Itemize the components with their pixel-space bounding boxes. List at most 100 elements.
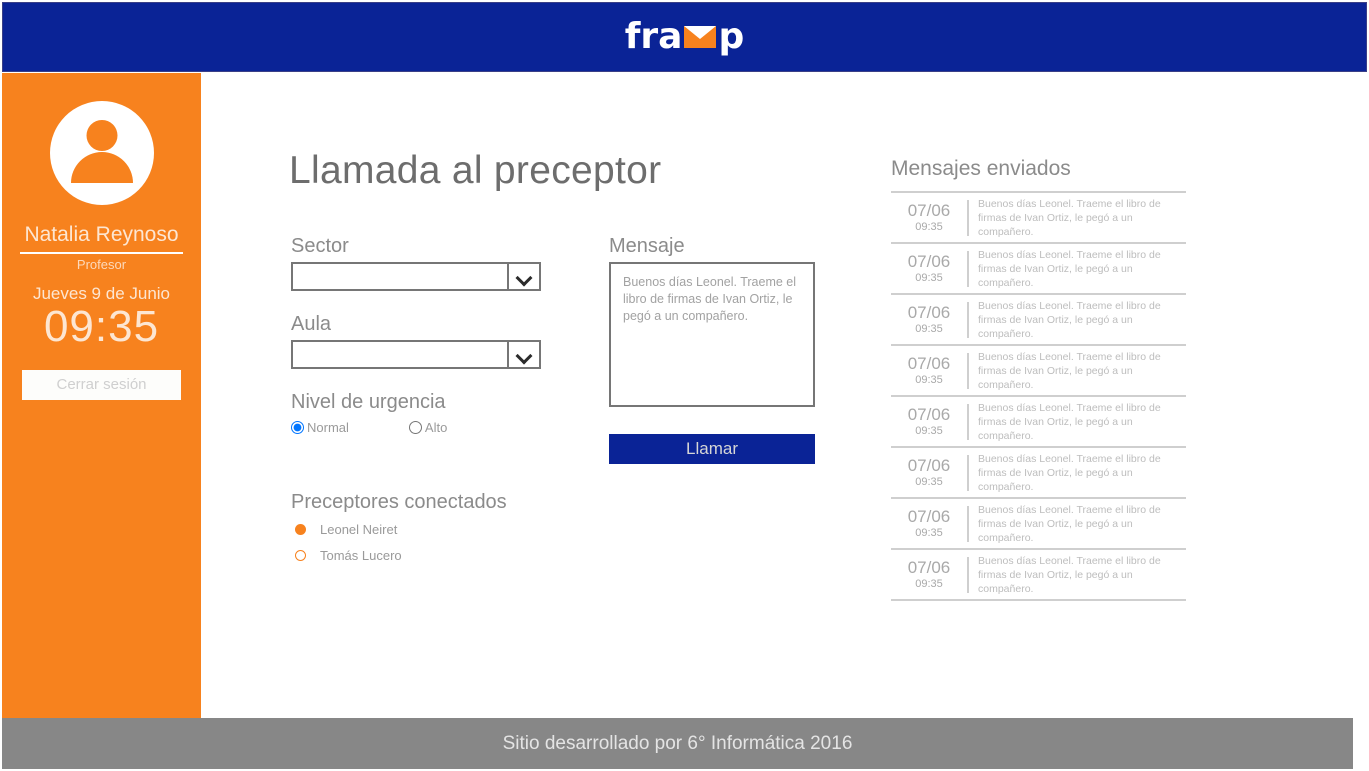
avatar-head (86, 120, 117, 151)
sent-message-time: 09:35 (915, 526, 943, 539)
sent-message-timestamp: 07/06 09:35 (891, 354, 967, 388)
sent-message-row[interactable]: 07/06 09:35 Buenos días Leonel. Traeme el … (891, 550, 1186, 601)
sent-messages-panel: Mensajes enviados 07/06 09:35 Buenos días … (891, 157, 1186, 601)
sent-message-date: 07/06 (907, 455, 951, 475)
urgency-radio-normal-label[interactable]: Normal (307, 420, 349, 435)
sent-message-row[interactable]: 07/06 09:35 Buenos días Leonel. Traeme el … (891, 244, 1186, 295)
sector-select-value[interactable] (291, 262, 507, 291)
sent-message-timestamp: 07/06 09:35 (891, 558, 967, 592)
urgency-option-normal[interactable]: Normal (291, 420, 349, 435)
sent-message-text: Buenos días Leonel. Traeme el libro de f… (978, 197, 1161, 238)
sent-message-date: 07/06 (907, 557, 951, 577)
sent-message-text: Buenos días Leonel. Traeme el libro de f… (978, 503, 1161, 544)
sent-message-text: Buenos días Leonel. Traeme el libro de f… (978, 452, 1161, 493)
message-panel: Mensaje Llamar (609, 235, 824, 464)
sent-message-separator (967, 352, 969, 389)
message-label: Mensaje (609, 235, 685, 257)
sent-messages-title: Mensajes enviados (891, 157, 1071, 180)
chevron-down-icon (517, 272, 532, 281)
sent-message-text: Buenos días Leonel. Traeme el libro de f… (978, 401, 1161, 442)
sent-message-date: 07/06 (907, 506, 951, 526)
chevron-down-icon (517, 350, 532, 359)
call-button[interactable]: Llamar (609, 434, 815, 464)
urgency-option-alto[interactable]: Alto (408, 420, 447, 435)
sector-label: Sector (291, 235, 349, 257)
urgency-label: Nivel de urgencia (291, 391, 446, 413)
main-content: Llamada al preceptor Sector Aula Nivel d… (201, 73, 1367, 718)
sent-messages-list: 07/06 09:35 Buenos días Leonel. Traeme el … (891, 191, 1186, 601)
user-role: Profesor (76, 257, 127, 272)
sent-message-date: 07/06 (907, 302, 951, 322)
sent-message-date: 07/06 (907, 353, 951, 373)
status-dot-offline-icon (295, 550, 306, 561)
sent-message-timestamp: 07/06 09:35 (891, 456, 967, 490)
logo-text-prefix: fra (624, 16, 683, 57)
urgency-radio-group: Normal Alto (291, 420, 561, 435)
app-footer: Sitio desarrollado por 6° Informática 20… (2, 718, 1353, 769)
sent-message-time: 09:35 (915, 322, 943, 335)
urgency-radio-alto-label[interactable]: Alto (425, 420, 447, 435)
page-title: Llamada al preceptor (289, 149, 662, 192)
sent-message-timestamp: 07/06 09:35 (891, 405, 967, 439)
aula-select-arrow[interactable] (507, 340, 541, 369)
user-avatar-icon (49, 101, 154, 205)
sent-message-separator (967, 403, 969, 440)
sent-message-text: Buenos días Leonel. Traeme el libro de f… (978, 299, 1161, 340)
urgency-radio-normal[interactable] (291, 421, 304, 434)
logout-button[interactable]: Cerrar sesión (22, 370, 181, 400)
status-dot-online-icon (295, 524, 306, 535)
envelope-icon (684, 26, 717, 48)
logo-text-suffix: p (718, 16, 745, 57)
brand-logo[interactable]: fra p (625, 19, 745, 55)
sent-message-time: 09:35 (915, 577, 943, 590)
sent-message-text: Buenos días Leonel. Traeme el libro de f… (978, 554, 1161, 595)
preceptor-item[interactable]: Tomás Lucero (291, 548, 561, 563)
sent-message-row[interactable]: 07/06 09:35 Buenos días Leonel. Traeme el … (891, 448, 1186, 499)
preceptors-label: Preceptores conectados (291, 491, 507, 513)
sent-message-date: 07/06 (907, 251, 951, 271)
avatar-wrap (2, 101, 201, 205)
sent-message-time: 09:35 (915, 475, 943, 488)
sent-message-row[interactable]: 07/06 09:35 Buenos días Leonel. Traeme el … (891, 295, 1186, 346)
sent-message-date: 07/06 (907, 200, 951, 220)
sent-message-separator (967, 505, 969, 542)
aula-label: Aula (291, 313, 332, 335)
sent-message-row[interactable]: 07/06 09:35 Buenos días Leonel. Traeme el … (891, 397, 1186, 448)
sector-select-arrow[interactable] (507, 262, 541, 291)
avatar-body (70, 152, 133, 183)
preceptor-item[interactable]: Leonel Neiret (291, 522, 561, 537)
sent-message-separator (967, 301, 969, 338)
preceptor-name: Tomás Lucero (320, 548, 402, 563)
sent-message-timestamp: 07/06 09:35 (891, 252, 967, 286)
sidebar: Natalia Reynoso Profesor Jueves 9 de Jun… (2, 73, 201, 718)
sent-message-timestamp: 07/06 09:35 (891, 201, 967, 235)
sent-message-text: Buenos días Leonel. Traeme el libro de f… (978, 350, 1161, 391)
footer-text: Sitio desarrollado por 6° Informática 20… (502, 732, 853, 754)
urgency-radio-alto[interactable] (408, 421, 422, 434)
aula-select-value[interactable] (291, 340, 507, 369)
sent-message-time: 09:35 (915, 424, 943, 437)
app-header: fra p (2, 2, 1367, 72)
current-time: 09:35 (43, 302, 160, 351)
user-name: Natalia Reynoso (20, 223, 183, 254)
sent-message-separator (967, 454, 969, 491)
sent-message-time: 09:35 (915, 220, 943, 233)
app-page: fra p Natalia Reynoso Profesor Jueves 9 … (0, 0, 1369, 771)
sent-message-row[interactable]: 07/06 09:35 Buenos días Leonel. Traeme el … (891, 499, 1186, 550)
current-date: Jueves 9 de Junio (32, 284, 171, 303)
sent-message-time: 09:35 (915, 271, 943, 284)
call-form: Sector Aula Nivel de urgencia Normal Alt… (291, 235, 561, 574)
sent-message-separator (967, 250, 969, 287)
preceptor-name: Leonel Neiret (320, 522, 398, 537)
sent-message-separator (967, 556, 969, 593)
aula-select[interactable] (291, 340, 541, 369)
sent-message-row[interactable]: 07/06 09:35 Buenos días Leonel. Traeme el … (891, 346, 1186, 397)
sent-message-text: Buenos días Leonel. Traeme el libro de f… (978, 248, 1161, 289)
sent-message-date: 07/06 (907, 404, 951, 424)
sent-message-timestamp: 07/06 09:35 (891, 507, 967, 541)
sent-message-timestamp: 07/06 09:35 (891, 303, 967, 337)
sent-message-separator (967, 199, 969, 236)
sent-message-row[interactable]: 07/06 09:35 Buenos días Leonel. Traeme el … (891, 193, 1186, 244)
message-input[interactable] (609, 262, 815, 407)
sector-select[interactable] (291, 262, 541, 291)
